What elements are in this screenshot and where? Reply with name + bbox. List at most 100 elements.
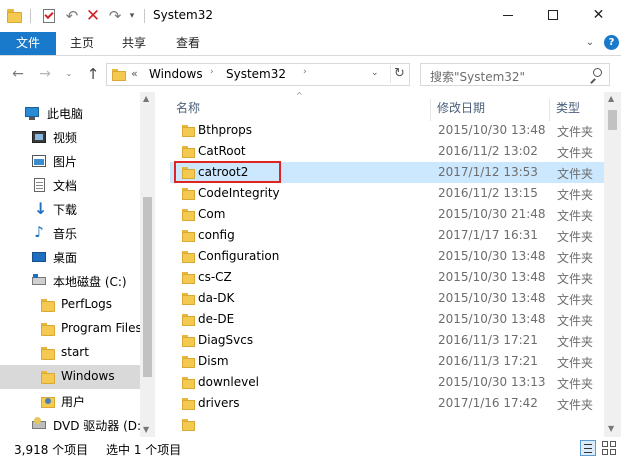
file-date: 2016/11/3 17:21 — [438, 354, 538, 368]
folder-icon — [40, 321, 56, 337]
column-header-type[interactable]: 类型 — [556, 99, 580, 117]
undo-icon[interactable]: ↶ — [63, 7, 81, 25]
tab-view[interactable]: 查看 — [164, 32, 212, 55]
file-type: 文件夹 — [557, 377, 594, 391]
file-date: 2015/10/30 13:48 — [438, 312, 546, 326]
details-view-icon[interactable] — [580, 440, 596, 456]
file-row-partial[interactable] — [170, 414, 604, 435]
sidebar-item-windows[interactable]: Windows — [0, 365, 140, 389]
delete-icon[interactable]: ✕ — [84, 7, 102, 25]
tab-home[interactable]: 主页 — [58, 32, 106, 55]
sidebar-item-this-pc[interactable]: 此电脑 — [0, 101, 140, 125]
properties-icon[interactable] — [40, 7, 58, 25]
folder-icon — [182, 250, 196, 263]
minimize-button[interactable] — [486, 0, 531, 30]
file-row[interactable]: Com 2015/10/30 21:48 文件夹 — [170, 204, 604, 225]
scroll-thumb[interactable] — [143, 197, 152, 377]
file-name: Configuration — [198, 249, 280, 263]
address-dropdown-icon[interactable]: ⌄ — [371, 68, 379, 78]
sidebar-item-label: 音乐 — [53, 227, 78, 241]
sidebar-item-videos[interactable]: 视频 — [0, 125, 140, 149]
navigation-pane: 此电脑 视频 图片 文档 ↓ 下载 ♪ 音乐 桌面 本地磁盘 (C:) Perf… — [0, 92, 155, 437]
search-icon[interactable] — [589, 68, 603, 84]
navigation-scrollbar[interactable]: ▲ ▼ — [140, 92, 155, 437]
sidebar-item-perflogs[interactable]: PerfLogs — [0, 293, 140, 317]
file-name: CatRoot — [198, 144, 246, 158]
tab-file[interactable]: 文件 — [0, 32, 56, 55]
back-button[interactable]: ← — [9, 65, 27, 83]
sidebar-item-label: 图片 — [53, 155, 78, 169]
file-type: 文件夹 — [557, 356, 594, 370]
column-divider[interactable] — [430, 99, 431, 121]
refresh-icon[interactable]: ↻ — [390, 65, 408, 83]
folder-icon — [182, 229, 196, 242]
forward-button[interactable]: → — [36, 65, 54, 83]
file-row[interactable]: DiagSvcs 2016/11/3 17:21 文件夹 — [170, 330, 604, 351]
scroll-down-icon[interactable]: ▼ — [608, 424, 614, 433]
expand-ribbon-icon[interactable]: ⌄ — [583, 36, 597, 50]
file-row[interactable]: da-DK 2015/10/30 13:48 文件夹 — [170, 288, 604, 309]
file-row[interactable]: config 2017/1/17 16:31 文件夹 — [170, 225, 604, 246]
column-header-date[interactable]: 修改日期 — [437, 99, 485, 117]
file-date: 2015/10/30 13:48 — [438, 123, 546, 137]
sidebar-item-start[interactable]: start — [0, 341, 140, 365]
help-icon[interactable]: ? — [604, 35, 619, 50]
scroll-up-icon[interactable]: ▲ — [608, 94, 614, 103]
search-input[interactable]: 搜索"System32" — [420, 63, 610, 86]
file-date: 2015/10/30 13:13 — [438, 375, 546, 389]
file-type: 文件夹 — [557, 272, 594, 286]
sidebar-item-label: 用户 — [61, 395, 86, 409]
sidebar-item-pictures[interactable]: 图片 — [0, 149, 140, 173]
sidebar-item-desktop[interactable]: 桌面 — [0, 245, 140, 269]
file-type: 文件夹 — [557, 146, 594, 160]
up-button[interactable]: ↑ — [84, 65, 102, 83]
redo-icon[interactable]: ↷ — [106, 7, 124, 25]
column-header-name[interactable]: 名称 — [176, 99, 200, 117]
customize-quick-access-icon[interactable]: ▾ — [126, 7, 138, 25]
folder-icon — [182, 313, 196, 326]
address-bar[interactable]: « Windows › System32 › ⌄ ↻ — [106, 63, 410, 86]
column-divider[interactable] — [549, 99, 550, 121]
file-row[interactable]: Dism 2016/11/3 17:21 文件夹 — [170, 351, 604, 372]
pictures-icon — [31, 153, 47, 169]
scroll-down-icon[interactable]: ▼ — [143, 425, 149, 434]
music-icon: ♪ — [34, 223, 44, 241]
recent-locations-icon[interactable]: ⌄ — [63, 65, 75, 83]
breadcrumb-separator-icon[interactable]: › — [210, 67, 214, 77]
file-row[interactable]: de-DE 2015/10/30 13:48 文件夹 — [170, 309, 604, 330]
file-row[interactable]: downlevel 2015/10/30 13:13 文件夹 — [170, 372, 604, 393]
scroll-up-icon[interactable]: ▲ — [143, 94, 149, 103]
file-name: cs-CZ — [198, 270, 232, 284]
maximize-button[interactable] — [531, 0, 576, 30]
file-row[interactable]: Configuration 2015/10/30 13:48 文件夹 — [170, 246, 604, 267]
scroll-thumb[interactable] — [608, 110, 617, 130]
file-row[interactable]: Bthprops 2015/10/30 13:48 文件夹 — [170, 120, 604, 141]
sidebar-item-local-disk-c[interactable]: 本地磁盘 (C:) — [0, 269, 140, 293]
file-list: ^ 名称 修改日期 类型 Bthprops 2015/10/30 13:48 文… — [156, 92, 621, 437]
folder-icon — [40, 345, 56, 361]
documents-icon — [31, 177, 47, 193]
close-button[interactable]: ✕ — [576, 0, 621, 30]
sidebar-item-label: Program Files — [61, 321, 142, 335]
file-date: 2015/10/30 13:48 — [438, 249, 546, 263]
file-row[interactable]: cs-CZ 2015/10/30 13:48 文件夹 — [170, 267, 604, 288]
file-name: da-DK — [198, 291, 235, 305]
file-row[interactable]: CodeIntegrity 2016/11/2 13:15 文件夹 — [170, 183, 604, 204]
file-list-scrollbar[interactable]: ▲ ▼ — [604, 92, 621, 437]
sidebar-item-documents[interactable]: 文档 — [0, 173, 140, 197]
breadcrumb-windows[interactable]: Windows — [149, 67, 203, 81]
item-count: 3,918 个项目 — [14, 443, 89, 457]
sidebar-item-program-files[interactable]: Program Files — [0, 317, 142, 341]
breadcrumb-separator-icon[interactable]: › — [303, 67, 307, 77]
sidebar-item-downloads[interactable]: ↓ 下载 — [0, 197, 140, 221]
sidebar-item-music[interactable]: ♪ 音乐 — [0, 221, 140, 245]
drive-icon — [31, 273, 47, 289]
large-icons-view-icon[interactable] — [601, 440, 617, 456]
file-row[interactable]: drivers 2017/1/16 17:42 文件夹 — [170, 393, 604, 414]
tab-share[interactable]: 共享 — [110, 32, 158, 55]
breadcrumb-system32[interactable]: System32 — [226, 67, 286, 81]
sidebar-item-dvd-drive[interactable]: DVD 驱动器 (D: — [0, 413, 141, 437]
address-overflow[interactable]: « — [131, 67, 138, 80]
sidebar-item-users[interactable]: 用户 — [0, 389, 140, 413]
file-row[interactable]: CatRoot 2016/11/2 13:02 文件夹 — [170, 141, 604, 162]
